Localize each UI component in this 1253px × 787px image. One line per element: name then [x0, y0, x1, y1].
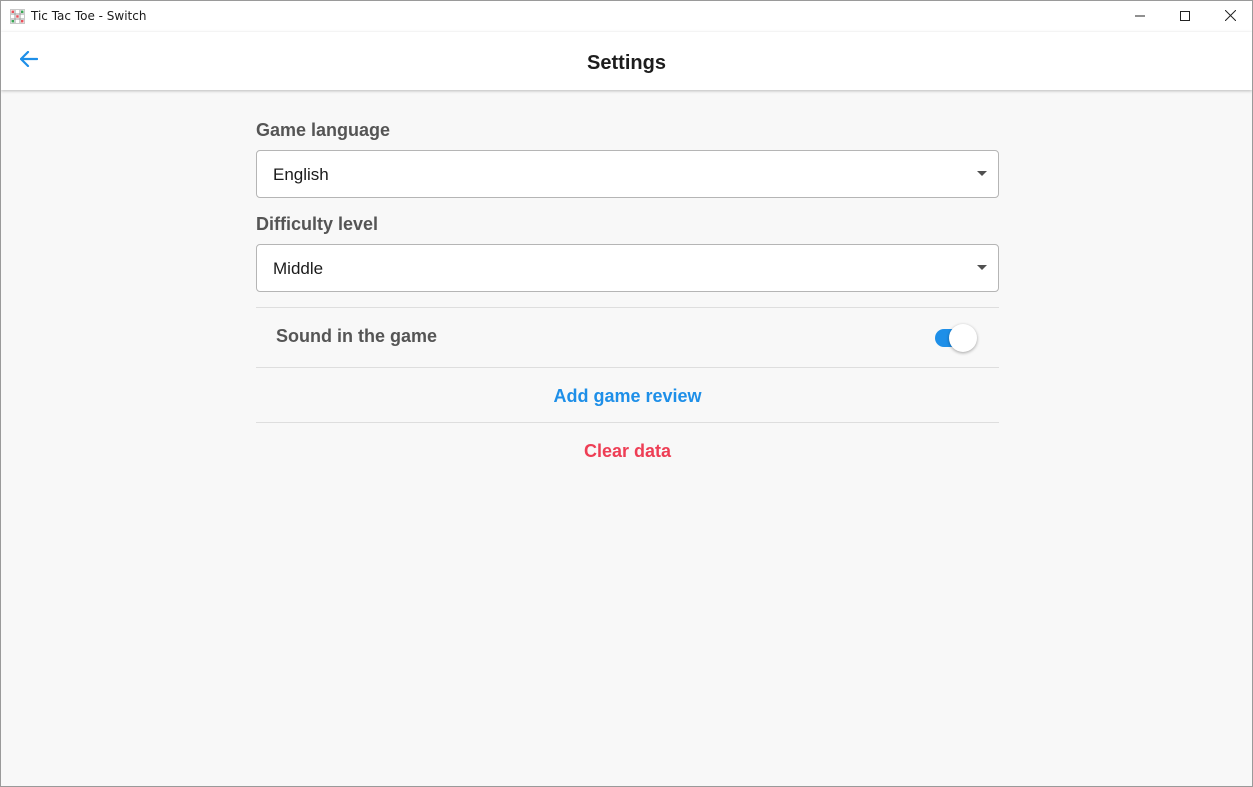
dropdown-arrow-icon	[977, 171, 987, 176]
divider	[256, 307, 999, 308]
game-language-label: Game language	[256, 120, 391, 140]
close-icon	[1224, 8, 1236, 26]
divider	[256, 367, 999, 368]
divider	[256, 422, 999, 423]
difficulty-level-value: Middle	[273, 259, 324, 278]
app-window: Tic Tac Toe - Switch Settings Game langu…	[0, 0, 1253, 787]
maximize-icon	[1180, 8, 1190, 26]
minimize-button[interactable]	[1117, 1, 1163, 32]
app-bar: Settings	[1, 32, 1252, 90]
difficulty-level-select[interactable]: Middle	[256, 244, 999, 292]
toggle-thumb	[949, 324, 977, 352]
minimize-icon	[1135, 8, 1145, 26]
page-title: Settings	[587, 52, 666, 74]
dropdown-arrow-icon	[977, 265, 987, 270]
window-title: Tic Tac Toe - Switch	[31, 9, 147, 23]
add-game-review-button[interactable]: Add game review	[256, 386, 999, 407]
sound-toggle[interactable]	[935, 323, 979, 353]
title-bar[interactable]: Tic Tac Toe - Switch	[1, 1, 1252, 32]
game-language-select[interactable]: English	[256, 150, 999, 198]
clear-data-button[interactable]: Clear data	[256, 441, 999, 462]
maximize-button[interactable]	[1162, 1, 1208, 32]
game-language-value: English	[273, 165, 329, 184]
difficulty-level-label: Difficulty level	[256, 214, 379, 234]
close-button[interactable]	[1207, 1, 1252, 32]
sound-label: Sound in the game	[276, 326, 438, 346]
tic-tac-toe-grid-icon	[10, 9, 25, 24]
